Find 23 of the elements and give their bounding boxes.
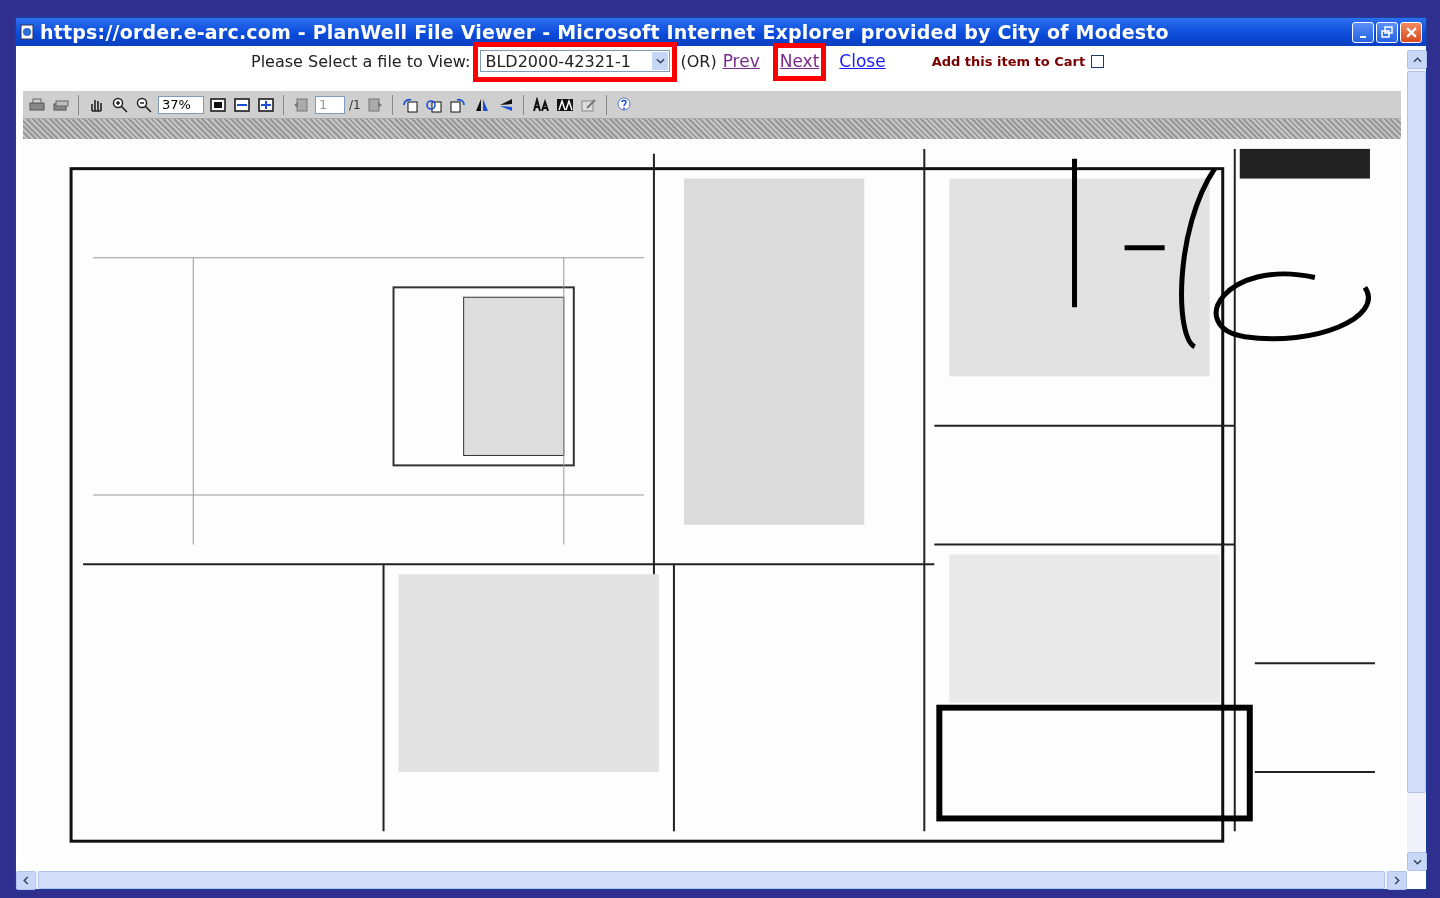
page-count: /1 <box>349 97 361 112</box>
cart-checkbox[interactable] <box>1091 54 1105 68</box>
restore-icon <box>1381 25 1393 38</box>
or-label: (OR) <box>680 51 717 71</box>
cart-label: Add this item to Cart <box>931 53 1086 69</box>
file-dropdown[interactable]: BLD2000-42321-1 <box>480 50 671 72</box>
nav-link[interactable]: Close <box>839 51 886 71</box>
zoom-field[interactable]: 37% <box>158 95 204 114</box>
scroll-left-button[interactable] <box>16 871 36 890</box>
nav-link[interactable]: Next <box>779 51 820 71</box>
caret-icon <box>655 58 665 64</box>
scroll-right-button[interactable] <box>1387 871 1407 890</box>
file-select-label: Please Select a file to View: <box>251 51 471 71</box>
nav-link[interactable]: Prev <box>722 51 760 71</box>
window-title: https://order.e-arc.com - PlanWell File Viewer - Microsoft Internet Explorer provided by City of Modesto <box>40 21 1170 43</box>
close-icon <box>1405 26 1417 38</box>
restore-button[interactable] <box>1376 21 1398 43</box>
minimize-icon <box>1360 35 1366 38</box>
minimize-button[interactable] <box>1352 21 1374 43</box>
scroll-down-button[interactable] <box>1407 852 1427 871</box>
close-button[interactable] <box>1400 21 1422 43</box>
scroll-up-button[interactable] <box>1407 50 1427 69</box>
page-icon <box>19 24 35 40</box>
